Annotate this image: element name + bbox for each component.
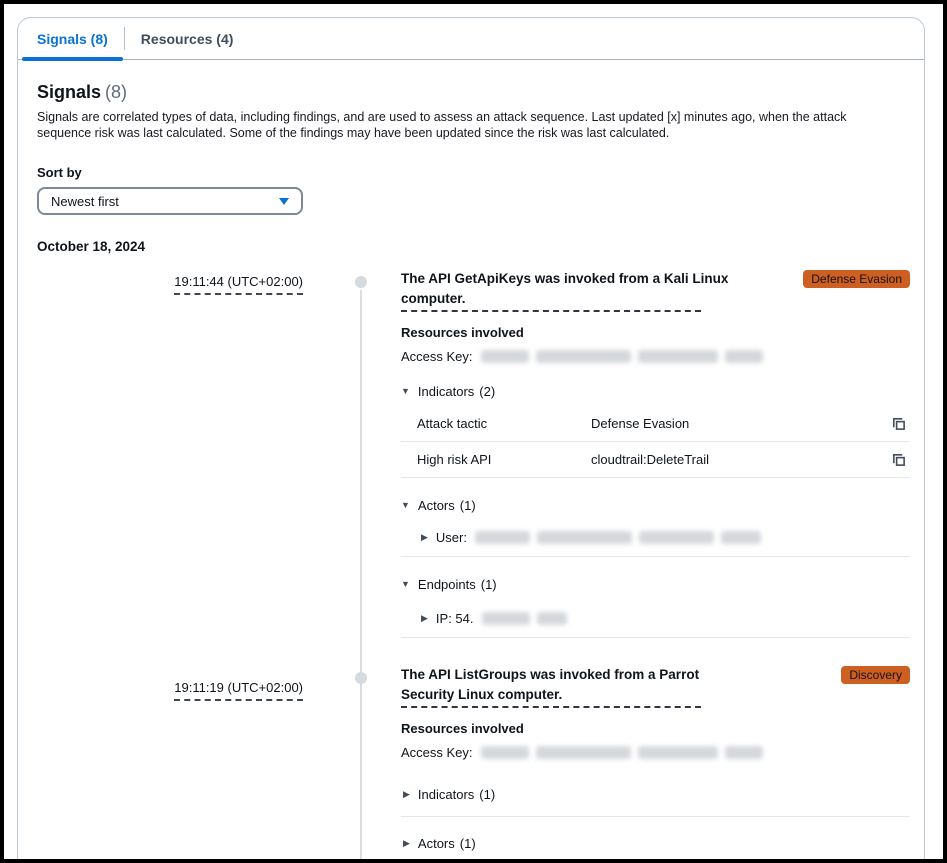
triangle-down-icon: ▼ [401, 386, 410, 396]
triangle-down-icon: ▼ [401, 579, 410, 589]
access-key-label: Access Key: [401, 349, 473, 364]
signals-timeline: 19:11:44 (UTC+02:00) The API GetApiKeys … [37, 254, 910, 859]
tactic-badge: Defense Evasion [803, 270, 910, 288]
sort-by-label: Sort by [37, 165, 82, 180]
indicators-label: Indicators [417, 384, 475, 399]
actors-count: (1) [459, 836, 476, 851]
endpoints-section-toggle[interactable]: ▼ Endpoints (1) [401, 577, 910, 592]
indicators-section-toggle[interactable]: ▶ Indicators (1) [401, 774, 910, 817]
actors-section-toggle[interactable]: ▼ Actors (1) [401, 498, 910, 513]
signals-panel: Signals (8) Resources (4) Signals (8) Sig… [17, 17, 925, 859]
sort-selected-value: Newest first [51, 193, 119, 209]
copy-icon [893, 418, 905, 430]
copy-button[interactable] [889, 414, 908, 433]
signal-item-1: 19:11:44 (UTC+02:00) The API GetApiKeys … [37, 254, 910, 638]
actors-section-toggle[interactable]: ▶ Actors (1) [401, 823, 910, 859]
indicators-count: (2) [479, 384, 496, 399]
title-dashed-underline [401, 706, 701, 708]
endpoints-label: Endpoints [417, 577, 476, 592]
sort-select[interactable]: Newest first [37, 187, 303, 215]
timeline-dot [355, 672, 367, 684]
triangle-right-icon: ▶ [421, 613, 428, 623]
redacted-user-value [474, 531, 761, 544]
screenshot-frame: Signals (8) Resources (4) Signals (8) Sig… [0, 0, 947, 863]
resources-involved-label: Resources involved [401, 325, 524, 340]
access-key-label: Access Key: [401, 745, 473, 760]
signal-item-2: 19:11:19 (UTC+02:00) The API ListGroups … [37, 638, 910, 859]
tactic-badge: Discovery [841, 666, 910, 684]
table-row: Attack tactic Defense Evasion [401, 406, 910, 442]
indicators-label: Indicators [417, 787, 475, 802]
actors-count: (1) [459, 498, 476, 513]
indicator-key: Attack tactic [417, 416, 488, 431]
triangle-down-icon: ▼ [401, 500, 410, 510]
indicators-section-toggle[interactable]: ▼ Indicators (2) [401, 384, 910, 399]
tab-resources[interactable]: Resources (4) [125, 18, 250, 59]
redacted-access-key [480, 350, 763, 363]
signal-title[interactable]: The API ListGroups was invoked from a Pa… [401, 665, 753, 705]
user-label: User: [435, 530, 467, 545]
triangle-right-icon: ▶ [403, 838, 410, 848]
copy-icon [893, 454, 905, 466]
page-title-text: Signals [37, 82, 102, 102]
actors-label: Actors [417, 498, 455, 513]
page-title: Signals (8) [37, 82, 910, 103]
redacted-access-key [480, 746, 763, 759]
copy-button[interactable] [889, 450, 908, 469]
signals-description: Signals are correlated types of data, in… [37, 110, 847, 140]
date-group-header: October 18, 2024 [37, 239, 146, 254]
page-title-count: (8) [105, 82, 128, 102]
ip-label: IP: 54. [435, 611, 474, 626]
indicator-key: High risk API [417, 452, 492, 467]
resources-involved-label: Resources involved [401, 721, 524, 736]
endpoint-ip-expandable[interactable]: ▶ IP: 54. [401, 600, 910, 638]
indicators-count: (1) [479, 787, 496, 802]
triangle-right-icon: ▶ [421, 532, 428, 542]
endpoints-count: (1) [480, 577, 497, 592]
tab-signals[interactable]: Signals (8) [21, 18, 124, 61]
caret-down-icon [279, 197, 289, 205]
title-dashed-underline [401, 310, 701, 312]
indicator-value: Defense Evasion [591, 416, 690, 431]
tab-bar: Signals (8) Resources (4) [18, 18, 924, 61]
redacted-ip-value [481, 612, 567, 625]
signal-timestamp[interactable]: 19:11:44 (UTC+02:00) [174, 274, 303, 295]
indicators-table: Attack tactic Defense Evasion High risk … [401, 406, 910, 478]
signal-title[interactable]: The API GetApiKeys was invoked from a Ka… [401, 269, 753, 309]
signal-timestamp[interactable]: 19:11:19 (UTC+02:00) [174, 680, 303, 701]
timeline-dot [355, 276, 367, 288]
actor-user-expandable[interactable]: ▶ User: [401, 519, 910, 557]
triangle-right-icon: ▶ [403, 789, 410, 799]
actors-label: Actors [417, 836, 455, 851]
table-row: High risk API cloudtrail:DeleteTrail [401, 442, 910, 478]
indicator-value: cloudtrail:DeleteTrail [591, 452, 710, 467]
